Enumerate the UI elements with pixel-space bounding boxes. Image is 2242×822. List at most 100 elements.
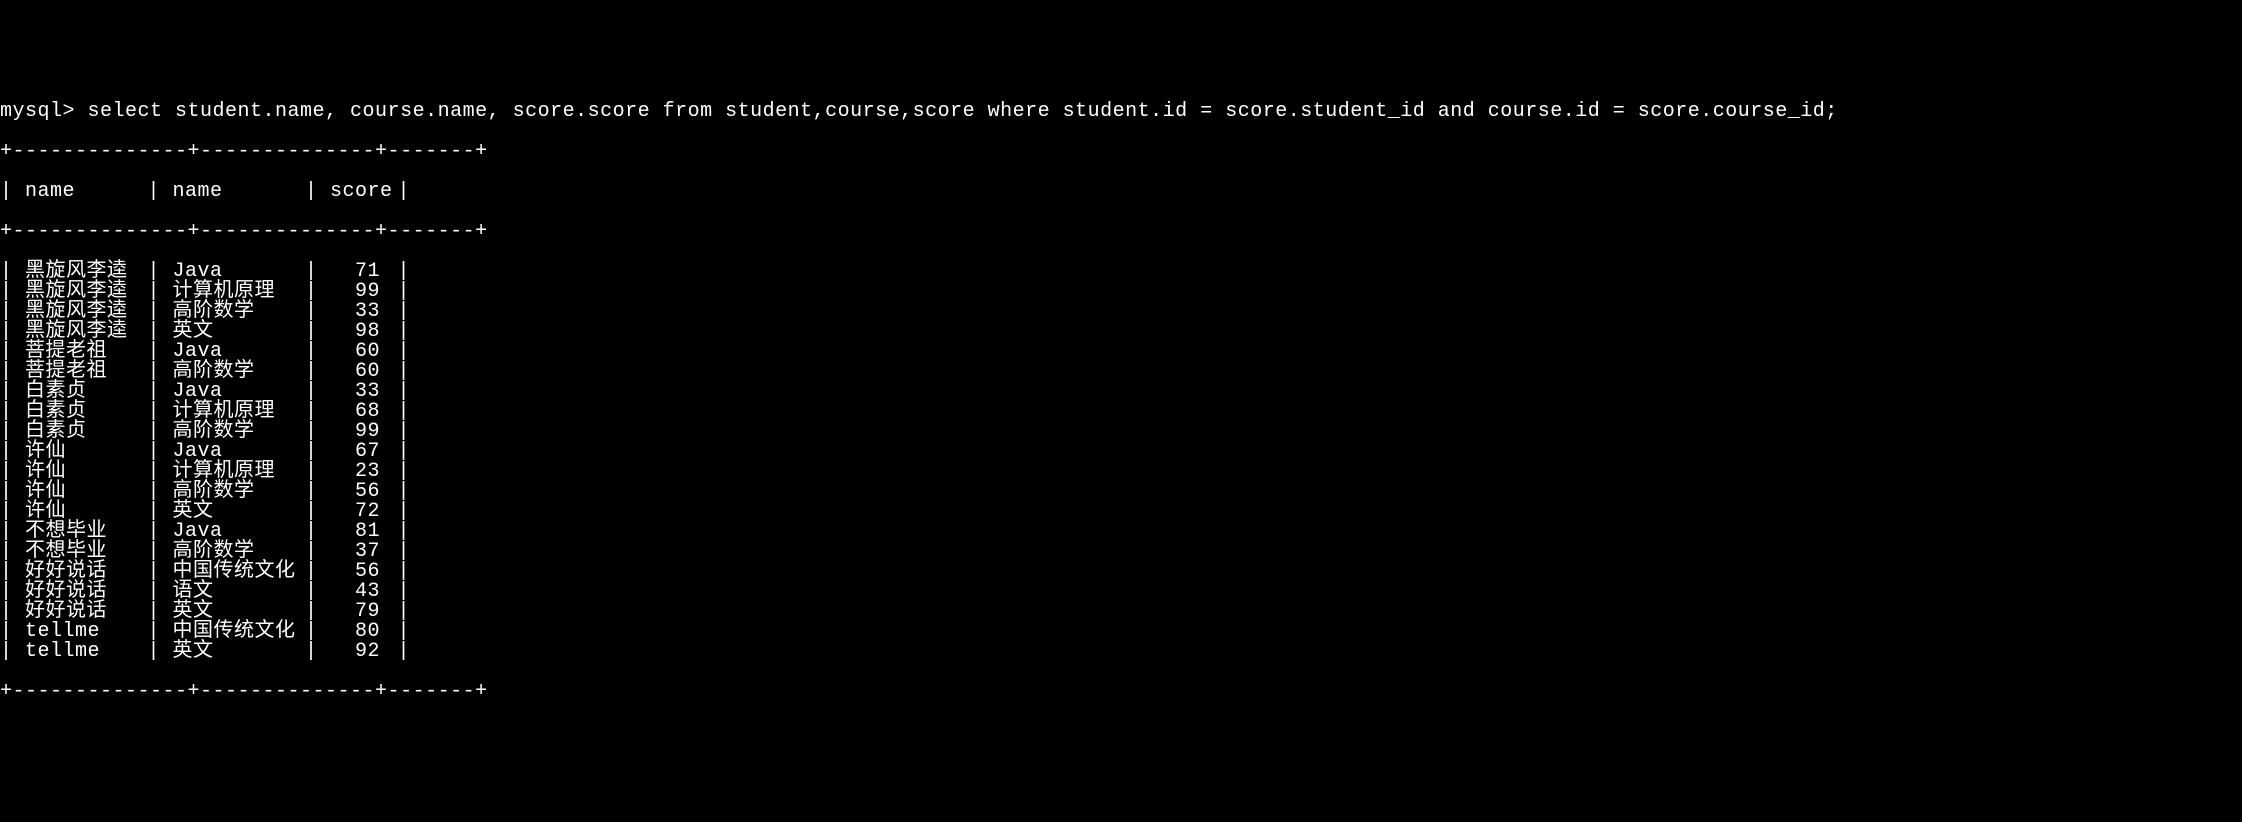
cell-course: 高阶数学 bbox=[160, 302, 305, 322]
header-col-score: score bbox=[318, 182, 398, 202]
pipe-char: | bbox=[148, 522, 161, 542]
pipe-char: | bbox=[0, 402, 13, 422]
pipe-char: | bbox=[148, 362, 161, 382]
pipe-char: | bbox=[148, 582, 161, 602]
cell-student: 许仙 bbox=[13, 482, 148, 502]
cell-course: 计算机原理 bbox=[160, 462, 305, 482]
pipe-char: | bbox=[0, 502, 13, 522]
cell-course: Java bbox=[160, 382, 305, 402]
pipe-char: | bbox=[148, 562, 161, 582]
table-row: | 黑旋风李逵| 英文|98 | bbox=[0, 322, 2242, 342]
pipe-char: | bbox=[305, 602, 318, 622]
pipe-char: | bbox=[398, 482, 411, 502]
pipe-char: | bbox=[305, 342, 318, 362]
pipe-char: | bbox=[398, 322, 411, 342]
pipe-char: | bbox=[0, 322, 13, 342]
cell-student: tellme bbox=[13, 622, 148, 642]
cell-student: tellme bbox=[13, 642, 148, 662]
pipe-char: | bbox=[305, 302, 318, 322]
table-row: | 不想毕业| Java|81 | bbox=[0, 522, 2242, 542]
pipe-char: | bbox=[305, 282, 318, 302]
pipe-char: | bbox=[398, 522, 411, 542]
cell-student: 黑旋风李逵 bbox=[13, 282, 148, 302]
cell-course: 英文 bbox=[160, 322, 305, 342]
cell-course: Java bbox=[160, 262, 305, 282]
pipe-char: | bbox=[148, 322, 161, 342]
table-header-row: | name| name| score | bbox=[0, 182, 2242, 202]
table-border-top: +--------------+--------------+-------+ bbox=[0, 142, 2242, 162]
pipe-char: | bbox=[148, 282, 161, 302]
pipe-char: | bbox=[305, 522, 318, 542]
cell-student: 许仙 bbox=[13, 462, 148, 482]
pipe-char: | bbox=[0, 262, 13, 282]
pipe-char: | bbox=[148, 622, 161, 642]
cell-score: 72 bbox=[318, 502, 398, 522]
cell-score: 98 bbox=[318, 322, 398, 342]
cell-student: 菩提老祖 bbox=[13, 342, 148, 362]
pipe-char: | bbox=[398, 502, 411, 522]
pipe-char: | bbox=[398, 262, 411, 282]
pipe-char: | bbox=[305, 402, 318, 422]
pipe-char: | bbox=[148, 262, 161, 282]
pipe-char: | bbox=[0, 522, 13, 542]
pipe-char: | bbox=[398, 282, 411, 302]
pipe-char: | bbox=[148, 602, 161, 622]
pipe-char: | bbox=[0, 342, 13, 362]
pipe-char: | bbox=[0, 442, 13, 462]
pipe-char: | bbox=[398, 442, 411, 462]
pipe-char: | bbox=[398, 422, 411, 442]
pipe-char: | bbox=[398, 582, 411, 602]
pipe-char: | bbox=[148, 502, 161, 522]
pipe-char: | bbox=[0, 462, 13, 482]
table-row: | 好好说话| 英文|79 | bbox=[0, 602, 2242, 622]
cell-student: 黑旋风李逵 bbox=[13, 262, 148, 282]
cell-score: 80 bbox=[318, 622, 398, 642]
pipe-char: | bbox=[0, 542, 13, 562]
pipe-char: | bbox=[305, 462, 318, 482]
cell-course: 高阶数学 bbox=[160, 542, 305, 562]
pipe-char: | bbox=[0, 482, 13, 502]
pipe-char: | bbox=[398, 402, 411, 422]
cell-score: 68 bbox=[318, 402, 398, 422]
pipe-char: | bbox=[0, 282, 13, 302]
pipe-char: | bbox=[398, 342, 411, 362]
pipe-char: | bbox=[305, 182, 318, 202]
table-row: | tellme| 中国传统文化|80 | bbox=[0, 622, 2242, 642]
pipe-char: | bbox=[0, 562, 13, 582]
pipe-char: | bbox=[148, 482, 161, 502]
table-row: | 好好说话| 中国传统文化|56 | bbox=[0, 562, 2242, 582]
mysql-terminal[interactable]: mysql> select student.name, course.name,… bbox=[0, 80, 2242, 722]
table-row: | tellme| 英文|92 | bbox=[0, 642, 2242, 662]
cell-student: 黑旋风李逵 bbox=[13, 322, 148, 342]
cell-student: 菩提老祖 bbox=[13, 362, 148, 382]
pipe-char: | bbox=[0, 362, 13, 382]
cell-score: 81 bbox=[318, 522, 398, 542]
cell-score: 99 bbox=[318, 422, 398, 442]
pipe-char: | bbox=[148, 462, 161, 482]
pipe-char: | bbox=[398, 182, 411, 202]
cell-student: 白素贞 bbox=[13, 382, 148, 402]
pipe-char: | bbox=[148, 342, 161, 362]
pipe-char: | bbox=[0, 642, 13, 662]
pipe-char: | bbox=[148, 422, 161, 442]
table-row: | 许仙| Java|67 | bbox=[0, 442, 2242, 462]
cell-score: 33 bbox=[318, 302, 398, 322]
cell-course: 中国传统文化 bbox=[160, 622, 305, 642]
table-border-mid: +--------------+--------------+-------+ bbox=[0, 222, 2242, 242]
table-row: | 白素贞| 计算机原理|68 | bbox=[0, 402, 2242, 422]
cell-course: 高阶数学 bbox=[160, 362, 305, 382]
cell-student: 许仙 bbox=[13, 442, 148, 462]
sql-prompt-line: mysql> select student.name, course.name,… bbox=[0, 102, 2242, 122]
cell-score: 43 bbox=[318, 582, 398, 602]
cell-score: 56 bbox=[318, 482, 398, 502]
table-row: | 菩提老祖| Java|60 | bbox=[0, 342, 2242, 362]
pipe-char: | bbox=[398, 642, 411, 662]
pipe-char: | bbox=[148, 302, 161, 322]
pipe-char: | bbox=[148, 402, 161, 422]
cell-course: 英文 bbox=[160, 502, 305, 522]
pipe-char: | bbox=[305, 562, 318, 582]
pipe-char: | bbox=[0, 422, 13, 442]
cell-score: 71 bbox=[318, 262, 398, 282]
pipe-char: | bbox=[398, 562, 411, 582]
cell-score: 60 bbox=[318, 342, 398, 362]
